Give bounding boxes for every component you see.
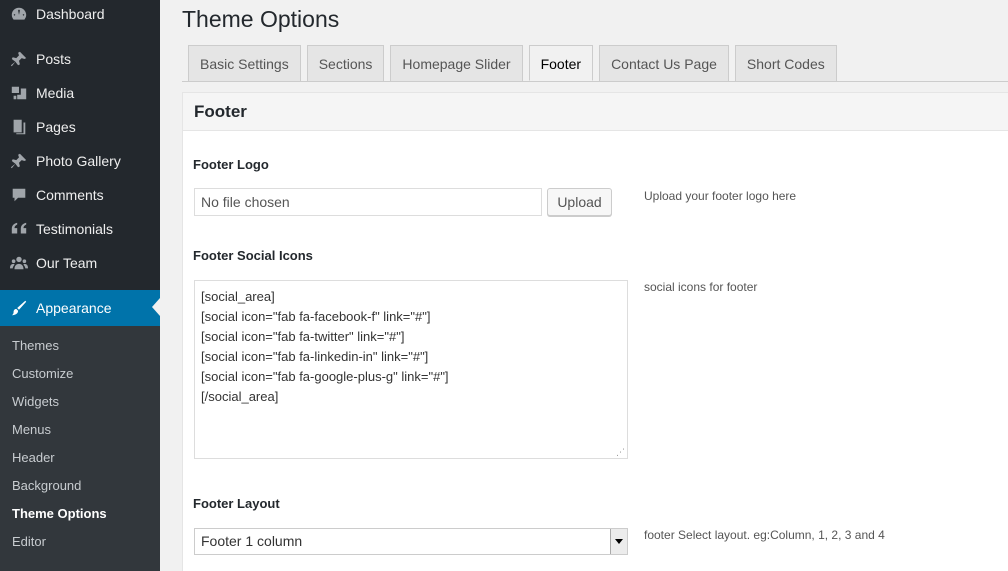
menu-comments[interactable]: Comments (0, 178, 160, 212)
menu-dashboard-label: Dashboard (36, 6, 105, 22)
brush-icon (8, 297, 30, 319)
submenu-header[interactable]: Header (12, 447, 55, 469)
submenu-customize[interactable]: Customize (12, 363, 73, 385)
team-icon (8, 252, 30, 274)
menu-appearance[interactable]: Appearance (0, 290, 160, 326)
footer-logo-file-field[interactable]: No file chosen (194, 188, 542, 216)
tab-short-codes[interactable]: Short Codes (734, 45, 837, 81)
menu-our-team-label: Our Team (36, 255, 98, 271)
comment-icon (8, 184, 30, 206)
submenu-themes[interactable]: Themes (12, 335, 59, 357)
chevron-down-icon[interactable] (610, 529, 627, 554)
tab-contact-us-page[interactable]: Contact Us Page (599, 45, 729, 81)
menu-photo-gallery[interactable]: Photo Gallery (0, 144, 160, 178)
appearance-submenu: Themes Customize Widgets Menus Header Ba… (0, 326, 160, 571)
tab-basic-settings[interactable]: Basic Settings (188, 45, 301, 81)
menu-our-team[interactable]: Our Team (0, 246, 160, 280)
footer-logo-description: Upload your footer logo here (644, 189, 797, 203)
menu-testimonials-label: Testimonials (36, 221, 114, 237)
menu-posts[interactable]: Posts (0, 42, 160, 76)
footer-logo-label: Footer Logo (193, 157, 269, 172)
footer-social-icons-label: Footer Social Icons (193, 248, 313, 263)
menu-comments-label: Comments (36, 187, 104, 203)
submenu-widgets[interactable]: Widgets (12, 391, 59, 413)
footer-layout-selected: Footer 1 column (201, 533, 303, 549)
panel-title: Footer (194, 102, 247, 121)
footer-layout-select[interactable]: Footer 1 column (194, 528, 628, 555)
menu-pages-label: Pages (36, 119, 76, 135)
menu-appearance-label: Appearance (36, 300, 112, 316)
submenu-theme-options[interactable]: Theme Options (12, 503, 107, 525)
submenu-menus[interactable]: Menus (12, 419, 51, 441)
admin-sidebar: Dashboard Posts Media Pages Photo Galler… (0, 0, 160, 571)
tab-homepage-slider[interactable]: Homepage Slider (390, 45, 523, 81)
panel-header: Footer (183, 93, 1008, 131)
footer-layout-description: footer Select layout. eg:Column, 1, 2, 3… (644, 528, 885, 542)
options-tabs: Basic Settings Sections Homepage Slider … (188, 45, 843, 81)
dashboard-icon (8, 3, 30, 25)
pin-icon (8, 48, 30, 70)
media-icon (8, 82, 30, 104)
footer-social-icons-description: social icons for footer (644, 280, 758, 294)
menu-media[interactable]: Media (0, 76, 160, 110)
menu-dashboard[interactable]: Dashboard (0, 0, 160, 28)
pages-icon (8, 116, 30, 138)
page-title: Theme Options (182, 6, 340, 32)
menu-testimonials[interactable]: Testimonials (0, 212, 160, 246)
menu-posts-label: Posts (36, 51, 72, 67)
quote-icon (8, 218, 30, 240)
tab-footer[interactable]: Footer (528, 45, 594, 81)
footer-layout-label: Footer Layout (193, 496, 280, 511)
menu-pages[interactable]: Pages (0, 110, 160, 144)
submenu-editor[interactable]: Editor (12, 531, 46, 553)
tabs-divider (182, 81, 1008, 82)
footer-social-icons-textarea[interactable]: [social_area] [social icon="fab fa-faceb… (194, 280, 628, 459)
upload-button[interactable]: Upload (547, 188, 612, 216)
tab-sections[interactable]: Sections (306, 45, 385, 81)
menu-photo-gallery-label: Photo Gallery (36, 153, 121, 169)
wp-admin-window: Dashboard Posts Media Pages Photo Galler… (0, 0, 1008, 571)
pin-icon (8, 150, 30, 172)
menu-media-label: Media (36, 85, 75, 101)
submenu-background[interactable]: Background (12, 475, 81, 497)
textarea-resize-handle[interactable]: ⋰ (616, 447, 626, 457)
